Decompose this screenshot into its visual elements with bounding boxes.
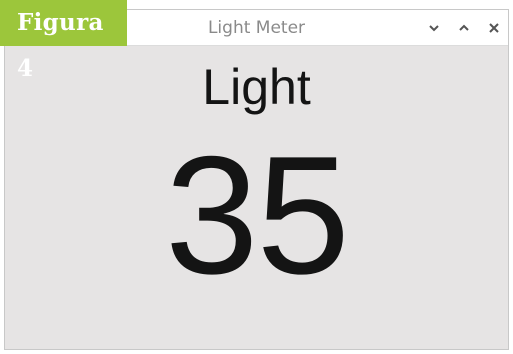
meter-content: Light 35 — [5, 46, 508, 349]
window-controls — [426, 10, 502, 46]
minimize-button[interactable] — [426, 20, 442, 36]
app-window: Light Meter Light 35 — [4, 9, 509, 350]
chevron-down-icon — [429, 25, 439, 32]
chevron-up-icon — [459, 24, 469, 31]
maximize-button[interactable] — [456, 20, 472, 36]
light-value: 35 — [165, 121, 350, 309]
close-icon — [489, 23, 499, 33]
figure-badge: Figura 4 — [0, 0, 127, 82]
light-label: Light — [202, 59, 311, 115]
close-button[interactable] — [486, 20, 502, 36]
